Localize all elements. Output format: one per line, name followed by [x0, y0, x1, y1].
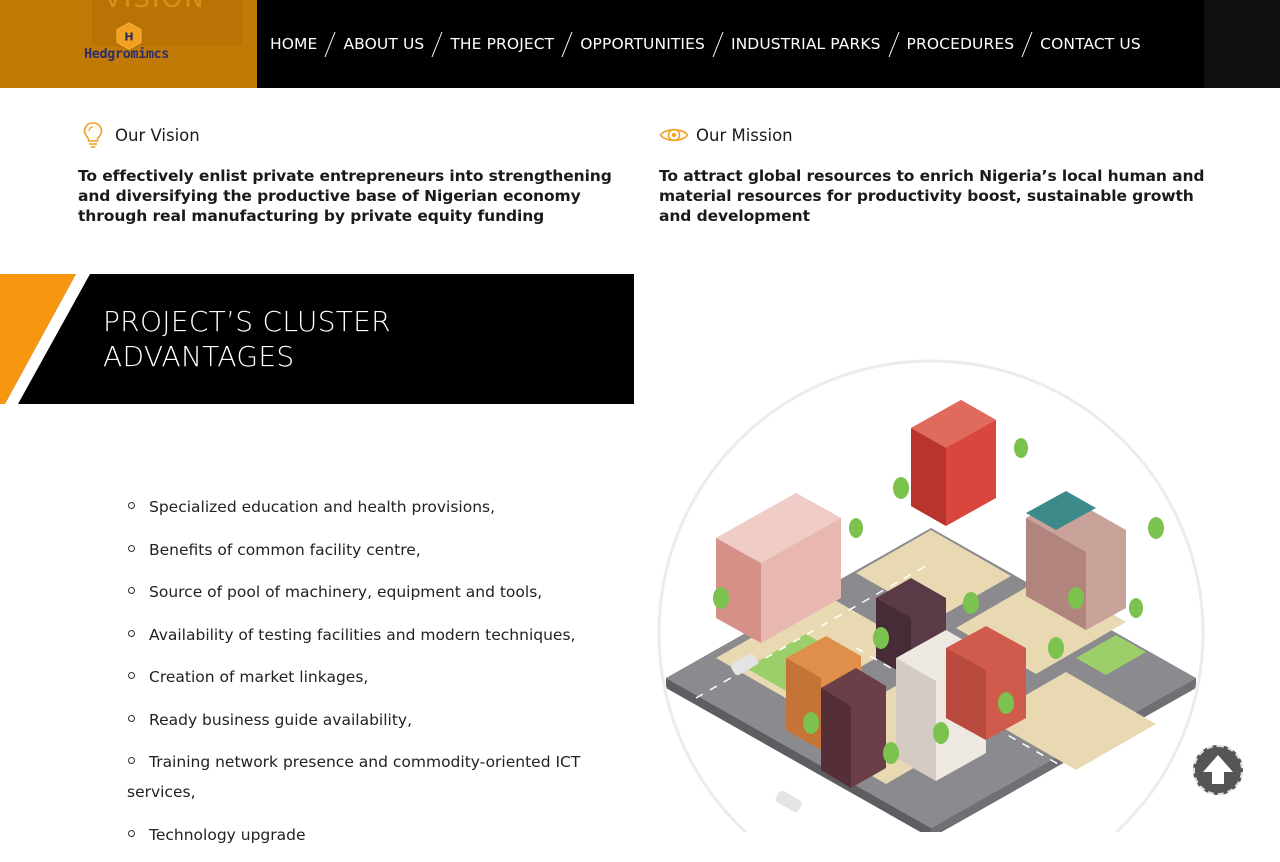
- isometric-city-illustration: [657, 359, 1205, 832]
- banner-accent-stripe: [0, 274, 90, 404]
- bullet-icon: [128, 544, 135, 552]
- bullet-icon: [128, 757, 135, 764]
- vision-title: Our Vision: [115, 125, 200, 145]
- list-item: Availability of testing facilities and m…: [127, 620, 597, 650]
- mission-title: Our Mission: [696, 125, 793, 145]
- bullet-icon: [128, 587, 135, 594]
- list-item-text: Training network presence and commodity-…: [127, 753, 581, 801]
- nav-about-us[interactable]: ABOUT US: [343, 35, 424, 53]
- arrow-up-icon: [1203, 755, 1233, 784]
- logo-ghost-text: VISION: [104, 0, 206, 14]
- list-item: Ready business guide availability,: [127, 705, 597, 735]
- vision-heading: Our Vision: [78, 118, 638, 152]
- list-item-text: Availability of testing facilities and m…: [149, 625, 576, 644]
- mission-text: To attract global resources to enrich Ni…: [659, 167, 1205, 225]
- nav-opportunities[interactable]: OPPORTUNITIES: [580, 35, 705, 53]
- list-item-text: Technology upgrade: [149, 825, 306, 844]
- bullet-icon: [128, 672, 135, 679]
- list-item-text: Ready business guide availability,: [149, 710, 413, 729]
- eye-icon: [659, 128, 689, 142]
- site-header: VISION H Hedgromimcs HOME ABOUT US THE P…: [0, 0, 1280, 88]
- list-item-text: Source of pool of machinery, equipment a…: [149, 583, 543, 601]
- list-item: Training network presence and commodity-…: [127, 747, 597, 807]
- advantages-list: Specialized education and health provisi…: [127, 492, 597, 862]
- vision-block: Our Vision To effectively enlist private…: [78, 118, 638, 226]
- list-item: Technology upgrade: [127, 820, 597, 850]
- nav-the-project[interactable]: THE PROJECT: [450, 35, 554, 53]
- scroll-to-top-button[interactable]: [1193, 745, 1243, 795]
- mission-block: Our Mission To attract global resources …: [659, 118, 1219, 226]
- list-item-text: Creation of market linkages,: [149, 668, 369, 686]
- logo[interactable]: VISION H Hedgromimcs: [0, 0, 257, 88]
- logo-letter: H: [124, 31, 133, 44]
- nav-industrial-parks[interactable]: INDUSTRIAL PARKS: [731, 35, 881, 53]
- cluster-title: PROJECT’S CLUSTER ADVANTAGES: [103, 304, 391, 374]
- nav-separator: [1021, 31, 1033, 58]
- nav-separator: [888, 31, 899, 58]
- list-item-text: Specialized education and health provisi…: [149, 498, 496, 516]
- nav-separator: [431, 31, 443, 58]
- bullet-icon: [128, 714, 135, 722]
- cluster-title-line2: ADVANTAGES: [103, 340, 295, 373]
- logo-text: Hedgromimcs: [84, 46, 170, 62]
- nav-separator: [324, 31, 336, 58]
- mission-heading: Our Mission: [659, 118, 1219, 152]
- main-nav: HOME ABOUT US THE PROJECT OPPORTUNITIES …: [257, 0, 1141, 88]
- cluster-banner: PROJECT’S CLUSTER ADVANTAGES: [0, 274, 634, 404]
- cluster-title-line1: PROJECT’S CLUSTER: [103, 305, 391, 338]
- nav-separator: [561, 31, 573, 58]
- bullet-icon: [128, 629, 135, 637]
- vision-text: To effectively enlist private entreprene…: [78, 167, 612, 225]
- bullet-icon: [128, 502, 135, 509]
- lightbulb-icon: [83, 122, 103, 148]
- bullet-icon: [128, 829, 135, 837]
- header-right-panel: [1204, 0, 1280, 88]
- nav-procedures[interactable]: PROCEDURES: [907, 35, 1015, 53]
- list-item: Specialized education and health provisi…: [127, 492, 597, 522]
- nav-home[interactable]: HOME: [270, 35, 317, 53]
- nav-separator: [712, 31, 724, 58]
- nav-contact-us[interactable]: CONTACT US: [1040, 35, 1141, 53]
- list-item: Source of pool of machinery, equipment a…: [127, 577, 597, 607]
- list-item: Creation of market linkages,: [127, 662, 597, 692]
- list-item-text: Benefits of common facility centre,: [149, 540, 421, 559]
- list-item: Benefits of common facility centre,: [127, 535, 597, 565]
